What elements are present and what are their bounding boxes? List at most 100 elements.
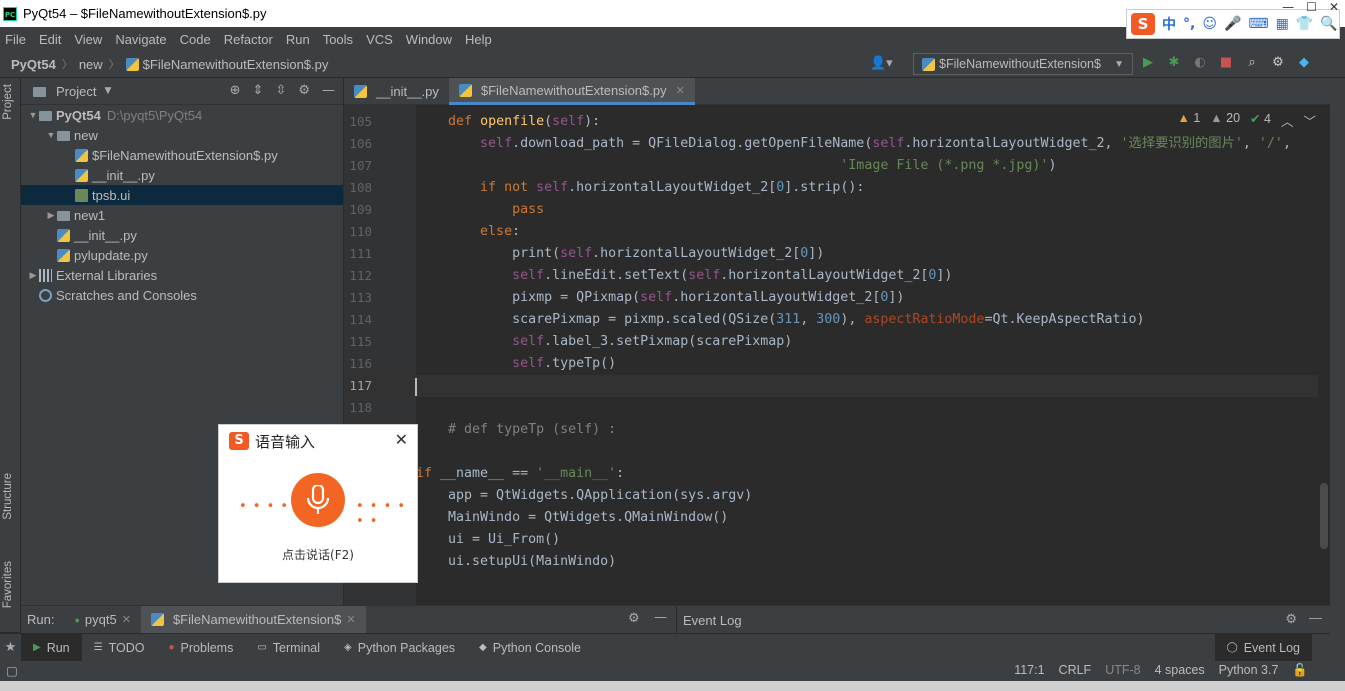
code-line[interactable]: 117 (344, 375, 1330, 397)
code-text[interactable]: def openfile(self): (416, 111, 600, 133)
code-line[interactable]: 110 else: (344, 221, 1330, 243)
editor-tab-main[interactable]: $FileNamewithoutExtension$.py ✕ (448, 78, 695, 105)
tree-item[interactable]: __init__.py (21, 225, 343, 245)
code-text[interactable]: MainWindo = QtWidgets.QMainWindow() (416, 507, 728, 529)
scrollbar-thumb[interactable] (1320, 483, 1328, 549)
stop-icon[interactable]: ■ (1218, 55, 1234, 71)
coverage-icon[interactable]: ◐ (1192, 55, 1208, 71)
code-line[interactable]: 113 pixmp = QPixmap(self.horizontalLayou… (344, 287, 1330, 309)
code-line[interactable]: 114 scarePixmap = pixmp.scaled(QSize(311… (344, 309, 1330, 331)
close-tab-icon[interactable]: ✕ (346, 613, 355, 626)
ime-emoji-icon[interactable]: ☺ (1202, 16, 1217, 32)
maximize-button[interactable]: ☐ (1306, 0, 1317, 14)
editor-vertical-scrollbar[interactable] (1318, 105, 1330, 605)
menu-window[interactable]: Window (406, 32, 452, 47)
settings-gear-icon[interactable]: ⚙ (628, 611, 640, 626)
minimize-button[interactable]: — (1282, 0, 1294, 14)
line-separator[interactable]: CRLF (1059, 663, 1092, 678)
menu-vcs[interactable]: VCS (366, 32, 393, 47)
code-text[interactable]: ui.setupUi(MainWindo) (416, 551, 616, 573)
settings-gear-icon[interactable]: ⚙ (1270, 55, 1286, 71)
file-encoding[interactable]: UTF-8 (1105, 663, 1140, 678)
collapse-all-icon[interactable]: ⇳ (275, 83, 286, 98)
event-log-title[interactable]: Event Log (683, 613, 742, 628)
code-line[interactable]: 109 pass (344, 199, 1330, 221)
code-text[interactable]: self.label_3.setPixmap(scarePixmap) (416, 331, 792, 353)
locate-target-icon[interactable]: ⊕ (230, 83, 241, 98)
tab-structure[interactable]: Structure (2, 473, 14, 520)
tree-item[interactable]: tpsb.ui (21, 185, 343, 205)
code-text[interactable]: print(self.horizontalLayoutWidget_2[0]) (416, 243, 824, 265)
hide-panel-icon[interactable]: — (322, 83, 335, 98)
menu-tools[interactable]: Tools (323, 32, 353, 47)
code-line[interactable]: MainWindo = QtWidgets.QMainWindow() (344, 507, 1330, 529)
close-icon[interactable]: ✕ (395, 430, 408, 449)
code-line[interactable]: 112 self.lineEdit.setText(self.horizonta… (344, 265, 1330, 287)
code-text[interactable]: self.typeTp() (416, 353, 616, 375)
lock-icon[interactable]: 🔓 (1292, 663, 1308, 678)
menu-file[interactable]: File (5, 32, 26, 47)
code-line[interactable]: 107 'Image File (*.png *.jpg)') (344, 155, 1330, 177)
tool-run[interactable]: ▶ Run (21, 633, 82, 662)
tool-python-packages[interactable]: ◈ Python Packages (332, 634, 467, 662)
code-line[interactable]: 106 self.download_path = QFileDialog.get… (344, 133, 1330, 155)
code-text[interactable]: pixmp = QPixmap(self.horizontalLayoutWid… (416, 287, 904, 309)
search-icon[interactable]: ⌕ (1244, 55, 1260, 71)
tree-item[interactable]: ▶ External Libraries (21, 265, 343, 285)
code-line[interactable] (344, 441, 1330, 463)
expand-all-icon[interactable]: ⇕ (253, 83, 264, 98)
tool-problems[interactable]: ● Problems (157, 634, 246, 662)
tree-item[interactable]: __init__.py (21, 165, 343, 185)
code-line[interactable]: if __name__ == '__main__': (344, 463, 1330, 485)
tree-item[interactable]: ▼ new (21, 125, 343, 145)
indent-setting[interactable]: 4 spaces (1155, 663, 1205, 678)
tree-item[interactable]: $FileNamewithoutExtension$.py (21, 145, 343, 165)
project-panel-title[interactable]: Project (56, 84, 96, 99)
code-line[interactable]: 118 (344, 397, 1330, 419)
breadcrumb-file[interactable]: $FileNamewithoutExtension$.py (143, 57, 329, 72)
code-text[interactable]: 'Image File (*.png *.jpg)') (416, 155, 1056, 177)
code-line[interactable]: ui.setupUi(MainWindo) (344, 551, 1330, 573)
code-line[interactable]: 108 if not self.horizontalLayoutWidget_2… (344, 177, 1330, 199)
code-text[interactable]: ui = Ui_From() (416, 529, 560, 551)
sogou-logo-icon[interactable]: S (1131, 13, 1155, 35)
close-window-button[interactable]: ✕ (1329, 0, 1339, 14)
tree-item[interactable]: ▶ new1 (21, 205, 343, 225)
hide-panel-icon[interactable]: — (654, 610, 667, 625)
code-line[interactable]: 111 print(self.horizontalLayoutWidget_2[… (344, 243, 1330, 265)
tool-terminal[interactable]: ▭ Terminal (245, 634, 332, 662)
code-text[interactable]: pass (416, 199, 544, 221)
hide-panel-icon[interactable]: — (1309, 610, 1322, 625)
code-text[interactable]: if not self.horizontalLayoutWidget_2[0].… (416, 177, 864, 199)
menu-refactor[interactable]: Refactor (224, 32, 273, 47)
breadcrumb-folder[interactable]: new (79, 57, 103, 72)
code-text[interactable]: if __name__ == '__main__': (416, 463, 624, 485)
code-text[interactable]: self.lineEdit.setText(self.horizontalLay… (416, 265, 952, 287)
tool-windows-toggle-icon[interactable]: ▢ (6, 663, 18, 678)
tab-favorites[interactable]: Favorites (2, 561, 14, 608)
menu-edit[interactable]: Edit (39, 32, 61, 47)
debug-icon[interactable]: ✱ (1166, 55, 1182, 71)
breadcrumb-project[interactable]: PyQt54 (11, 57, 56, 72)
run-icon[interactable]: ▶ (1140, 55, 1156, 71)
settings-gear-icon[interactable]: ⚙ (1285, 611, 1297, 627)
ime-lang-toggle[interactable]: 中 (1162, 14, 1176, 34)
code-line[interactable]: # def typeTp (self) : (344, 419, 1330, 441)
code-text[interactable]: app = QtWidgets.QApplication(sys.argv) (416, 485, 752, 507)
tab-project[interactable]: Project (2, 84, 14, 120)
menu-view[interactable]: View (74, 32, 102, 47)
ime-punct-toggle[interactable]: °, (1183, 16, 1195, 32)
code-text[interactable]: scarePixmap = pixmp.scaled(QSize(311, 30… (416, 309, 1145, 331)
ime-search-icon[interactable]: 🔍 (1320, 16, 1337, 32)
tool-todo[interactable]: ☰ TODO (82, 634, 157, 662)
ime-keyboard-icon[interactable]: ⌨ (1248, 16, 1268, 32)
ime-mic-icon[interactable]: 🎤 (1224, 16, 1241, 32)
inspection-widget[interactable]: ▲ 1 ▲ 20 ✔ 4 ︿ ﹀ (1177, 111, 1316, 130)
editor-tab-init[interactable]: __init__.py (344, 78, 449, 105)
code-editor[interactable]: 105 def openfile(self): 106 self.download… (344, 105, 1330, 605)
menu-run[interactable]: Run (286, 32, 310, 47)
favorites-star-icon[interactable]: ★ (0, 640, 21, 655)
run-configuration-select[interactable]: $FileNamewithoutExtension$ ▼ (913, 53, 1133, 75)
chevron-up-icon[interactable]: ︿ (1281, 111, 1294, 130)
ime-skin-icon[interactable]: 👕 (1296, 16, 1313, 32)
